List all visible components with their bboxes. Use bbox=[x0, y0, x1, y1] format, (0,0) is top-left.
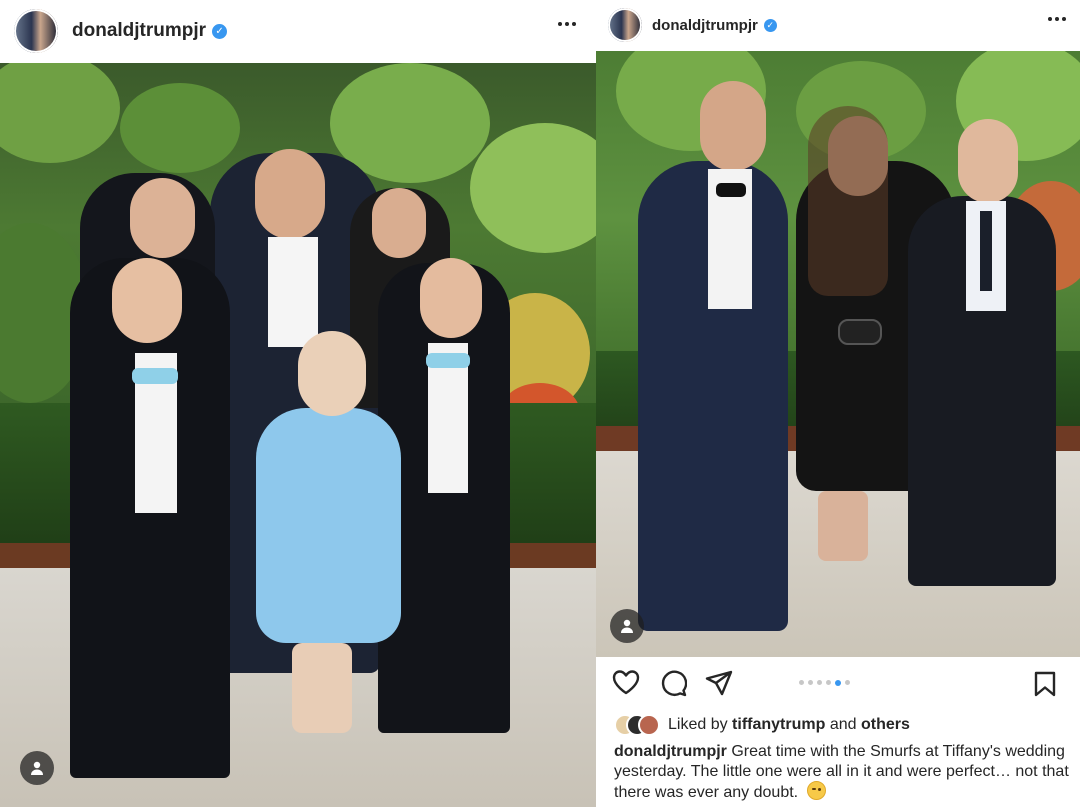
post-caption: donaldjtrumpjr Great time with the Smurf… bbox=[614, 742, 1070, 803]
black-bow-tie bbox=[716, 183, 746, 197]
face bbox=[112, 258, 182, 343]
profile-avatar[interactable] bbox=[14, 9, 58, 53]
winking-face-icon bbox=[806, 781, 826, 800]
more-options-icon[interactable] bbox=[558, 22, 576, 26]
face bbox=[420, 258, 482, 338]
face bbox=[130, 178, 195, 258]
action-bar bbox=[596, 657, 1080, 711]
post-photo[interactable] bbox=[596, 51, 1080, 657]
caption-username[interactable]: donaldjtrumpjr bbox=[614, 743, 727, 760]
username[interactable]: donaldjtrumpjr bbox=[72, 20, 206, 42]
bookmark-icon[interactable] bbox=[1034, 671, 1056, 702]
clutch-bag bbox=[838, 319, 882, 345]
carousel-dot bbox=[817, 680, 822, 685]
post-header: donaldjtrumpjr ✓ bbox=[0, 0, 596, 62]
legs bbox=[818, 491, 868, 561]
face bbox=[958, 119, 1018, 203]
liked-by-others[interactable]: others bbox=[861, 716, 910, 734]
paper-plane-icon[interactable] bbox=[705, 670, 733, 701]
face bbox=[372, 188, 426, 258]
liked-by-user[interactable]: tiffanytrump bbox=[732, 716, 825, 734]
carousel-indicator bbox=[799, 679, 850, 686]
carousel-dot bbox=[799, 680, 804, 685]
black-tie bbox=[980, 211, 992, 291]
liked-by-row: Liked by tiffanytrump and others bbox=[614, 713, 910, 737]
leaf bbox=[120, 83, 240, 173]
face bbox=[298, 331, 366, 416]
liked-by-conjunction: and bbox=[829, 716, 857, 733]
carousel-dot bbox=[845, 680, 850, 685]
screenshot-collage: donaldjtrumpjr ✓ donaldjtrumpjr ✓ Liked … bbox=[0, 0, 1080, 807]
girl-in-blue-dress bbox=[256, 408, 401, 643]
blue-bow-tie bbox=[132, 368, 178, 384]
face bbox=[700, 81, 766, 171]
long-hair bbox=[808, 106, 888, 296]
face bbox=[255, 149, 325, 239]
liked-by-prefix: Liked by bbox=[668, 716, 728, 733]
post-photo[interactable] bbox=[0, 63, 596, 807]
post-header: donaldjtrumpjr ✓ bbox=[596, 0, 1080, 50]
left-post: donaldjtrumpjr ✓ bbox=[0, 0, 596, 807]
blue-bow-tie bbox=[426, 353, 470, 368]
user-tag-icon[interactable] bbox=[610, 609, 644, 643]
legs bbox=[292, 643, 352, 733]
heart-icon[interactable] bbox=[612, 669, 640, 700]
verified-badge-icon: ✓ bbox=[212, 23, 228, 39]
more-options-icon[interactable] bbox=[1048, 17, 1066, 21]
white-shirt bbox=[268, 237, 318, 347]
verified-badge-icon: ✓ bbox=[763, 18, 777, 32]
carousel-dot bbox=[808, 680, 813, 685]
comment-bubble-icon[interactable] bbox=[659, 669, 688, 702]
liker-avatar bbox=[638, 714, 660, 736]
right-post: donaldjtrumpjr ✓ Liked by tiffanytrump a… bbox=[596, 0, 1080, 807]
profile-avatar[interactable] bbox=[608, 8, 642, 42]
user-tag-icon[interactable] bbox=[20, 751, 54, 785]
carousel-dot-active bbox=[835, 679, 841, 686]
username[interactable]: donaldjtrumpjr bbox=[652, 17, 758, 34]
liker-avatars[interactable] bbox=[614, 714, 660, 736]
carousel-dot bbox=[826, 680, 831, 685]
